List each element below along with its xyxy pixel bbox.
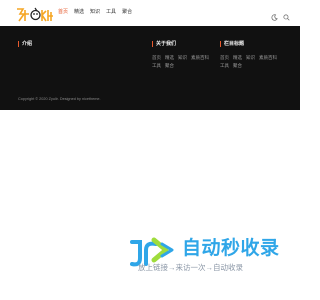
footer-link-knowledge[interactable]: 知识 xyxy=(178,55,187,60)
footer-link-home[interactable]: 首页 xyxy=(220,55,229,60)
footer-link-featured[interactable]: 精选 xyxy=(165,55,174,60)
nav-item-featured[interactable]: 精选 xyxy=(74,9,84,16)
nav-item-home[interactable]: 首页 xyxy=(58,9,68,16)
nav-item-knowledge[interactable]: 知识 xyxy=(90,9,100,16)
footer-about-title: 关于我们 xyxy=(152,41,214,47)
footer-link-tools[interactable]: 工具 xyxy=(220,63,229,68)
footer-columns: 栏目标题 首页 精选 知识 素质百科 工具 聚合 xyxy=(220,41,288,68)
watermark-title: 自动秒收录 xyxy=(182,238,280,259)
watermark-subtitle: 放上链接→来访一次→自动收录 xyxy=(138,263,243,272)
footer-link-encyclopedia[interactable]: 素质百科 xyxy=(259,55,277,60)
nav-item-aggregate[interactable]: 聚合 xyxy=(122,9,132,16)
accent-bar xyxy=(18,41,19,47)
footer-about-links: 首页 精选 知识 素质百科 工具 聚合 xyxy=(152,55,214,68)
nav-item-tools[interactable]: 工具 xyxy=(106,9,116,16)
moon-icon[interactable] xyxy=(271,8,278,21)
footer-about: 关于我们 首页 精选 知识 素质百科 工具 聚合 xyxy=(152,41,214,68)
site-header: 首页 精选 知识 工具 聚合 xyxy=(0,0,300,26)
copyright-text: Copyright © 2020 Zyulir. Designed by nic… xyxy=(18,97,101,101)
footer-columns-links: 首页 精选 知识 素质百科 工具 聚合 xyxy=(220,55,288,68)
footer-link-knowledge[interactable]: 知识 xyxy=(246,55,255,60)
accent-bar xyxy=(220,41,221,47)
footer-link-featured[interactable]: 精选 xyxy=(233,55,242,60)
footer-columns-title: 栏目标题 xyxy=(220,41,288,47)
main-nav: 首页 精选 知识 工具 聚合 xyxy=(58,9,132,16)
footer-link-home[interactable]: 首页 xyxy=(152,55,161,60)
site-footer: 介绍 关于我们 首页 精选 知识 素质百科 工具 聚合 栏目标题 首页 精选 知… xyxy=(0,26,300,110)
footer-intro: 介绍 xyxy=(18,41,32,47)
search-icon[interactable] xyxy=(283,8,290,21)
footer-link-aggregate[interactable]: 聚合 xyxy=(233,63,242,68)
footer-link-encyclopedia[interactable]: 素质百科 xyxy=(191,55,209,60)
site-logo[interactable] xyxy=(16,6,54,22)
auto-index-watermark: 自动秒收录 放上链接→来访一次→自动收录 xyxy=(126,236,286,276)
accent-bar xyxy=(152,41,153,47)
footer-link-tools[interactable]: 工具 xyxy=(152,63,161,68)
footer-intro-title: 介绍 xyxy=(18,41,32,47)
footer-link-aggregate[interactable]: 聚合 xyxy=(165,63,174,68)
header-actions xyxy=(271,8,290,21)
